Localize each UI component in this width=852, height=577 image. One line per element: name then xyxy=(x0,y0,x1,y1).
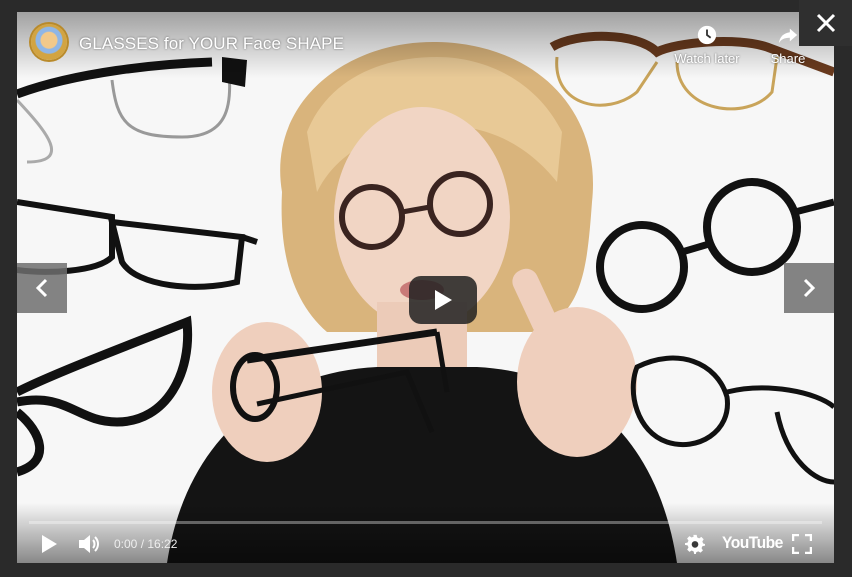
watch-later-button[interactable]: Watch later xyxy=(667,24,747,66)
progress-bar[interactable] xyxy=(29,521,822,524)
volume-button[interactable] xyxy=(77,532,101,556)
channel-avatar-icon[interactable] xyxy=(31,24,67,60)
chevron-left-icon xyxy=(35,278,48,298)
next-slide-button[interactable] xyxy=(784,263,834,313)
close-icon xyxy=(816,13,835,33)
play-icon xyxy=(42,535,57,553)
video-title[interactable]: GLASSES for YOUR Face SHAPE xyxy=(79,34,344,54)
gear-icon xyxy=(685,534,705,554)
youtube-logo[interactable]: YouTube xyxy=(722,533,783,553)
time-display: 0:00 / 16:22 xyxy=(114,537,178,551)
fullscreen-icon xyxy=(792,534,812,554)
settings-button[interactable] xyxy=(683,532,707,556)
video-player[interactable]: GLASSES for YOUR Face SHAPE Watch later … xyxy=(17,12,834,563)
previous-slide-button[interactable] xyxy=(17,263,67,313)
clock-icon xyxy=(697,25,717,45)
watch-later-label: Watch later xyxy=(674,51,740,66)
volume-icon xyxy=(79,535,99,553)
share-arrow-icon xyxy=(778,28,798,44)
fullscreen-button[interactable] xyxy=(790,532,814,556)
close-button[interactable] xyxy=(799,0,852,46)
share-label: Share xyxy=(770,51,806,66)
large-play-button[interactable] xyxy=(409,276,477,324)
play-button[interactable] xyxy=(37,532,61,556)
play-icon xyxy=(435,290,452,310)
lightbox: GLASSES for YOUR Face SHAPE Watch later … xyxy=(0,0,852,577)
chevron-right-icon xyxy=(803,278,816,298)
bottom-overlay xyxy=(17,503,834,563)
